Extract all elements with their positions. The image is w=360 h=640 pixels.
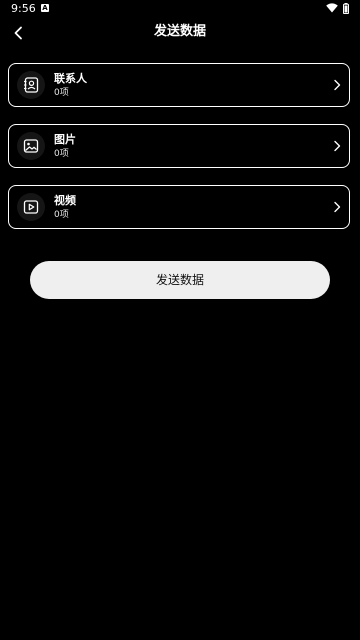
videos-icon-container	[17, 193, 45, 221]
contacts-icon	[24, 77, 39, 93]
contacts-row[interactable]: 联系人 0项	[8, 63, 350, 107]
images-icon-container	[17, 132, 45, 160]
status-time: 9:56	[11, 2, 36, 15]
videos-count: 0项	[54, 210, 69, 220]
send-data-button[interactable]: 发送数据	[30, 261, 330, 299]
videos-label: 视频	[54, 194, 76, 207]
contacts-label: 联系人	[54, 72, 87, 85]
battery-icon	[343, 3, 349, 14]
contacts-icon-container	[17, 71, 45, 99]
status-bar: 9:56 A	[0, 0, 360, 18]
chevron-right-icon	[331, 78, 343, 92]
images-count: 0项	[54, 149, 69, 159]
chevron-right-icon	[331, 200, 343, 214]
images-label: 图片	[54, 133, 76, 146]
contacts-count: 0项	[54, 88, 69, 98]
app-bar: 发送数据	[0, 18, 360, 46]
page-title: 发送数据	[153, 24, 206, 39]
videos-row[interactable]: 视频 0项	[8, 185, 350, 229]
wifi-icon	[326, 3, 338, 13]
images-row[interactable]: 图片 0项	[8, 124, 350, 168]
chevron-right-icon	[331, 139, 343, 153]
notification-icon: A	[41, 4, 49, 12]
image-icon	[23, 139, 39, 153]
video-icon	[23, 200, 39, 214]
